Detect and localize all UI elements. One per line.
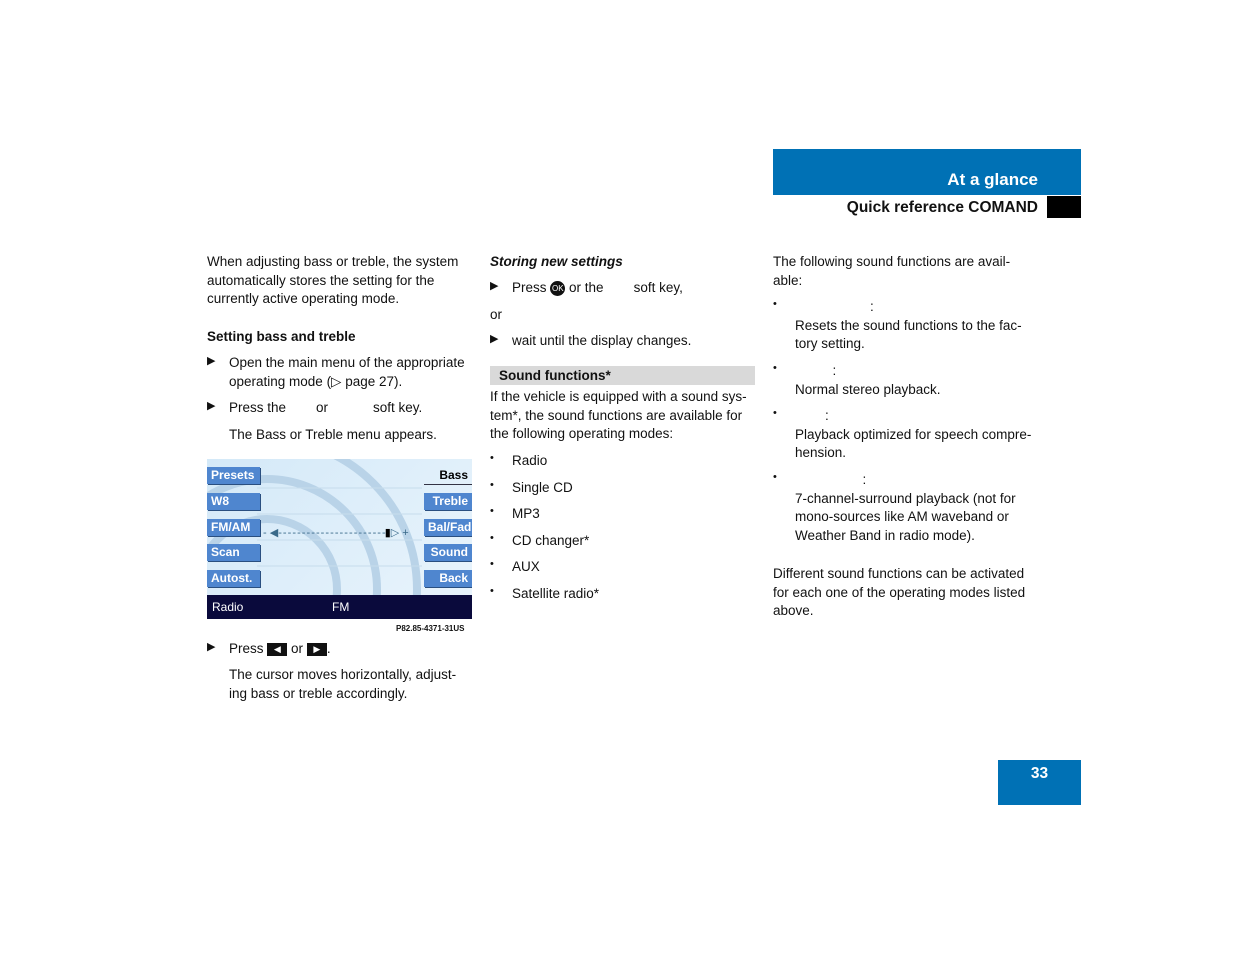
comand-screen-figure: Presets W8 FM/AM Scan Autost. Bass Trebl…: [207, 459, 472, 619]
text: Sound functions*: [499, 368, 611, 383]
arrow-icon: ▶: [207, 641, 216, 653]
manual-page: At a glance Quick reference COMAND When …: [0, 0, 1235, 954]
text: Satellite radio*: [512, 586, 600, 601]
softkey-bass[interactable]: Bass: [424, 467, 472, 485]
line: Normal stereo playback.: [795, 381, 941, 397]
text: Press: [229, 641, 264, 656]
line: for each one of the operating modes list…: [773, 584, 1026, 600]
line: the following operating modes:: [490, 426, 674, 441]
heading-storing: Storing new settings: [490, 254, 623, 269]
softkey-fm-am[interactable]: FM/AM: [207, 519, 260, 536]
line: above.: [773, 603, 814, 618]
text: Single CD: [512, 480, 573, 495]
line: 7-channel-surround playback (not for: [795, 490, 1016, 506]
softkey-scan[interactable]: Scan: [207, 544, 260, 561]
line: Open the main menu of the appropriate: [229, 355, 465, 370]
line: The following sound functions are avail-: [773, 254, 1011, 269]
arrow-icon: ▶: [207, 355, 216, 367]
softkey-treble[interactable]: Treble: [424, 493, 472, 510]
figure-id: P82.85-4371-31US: [396, 624, 465, 633]
label: :: [795, 472, 867, 487]
status-mode: Radio: [212, 600, 244, 614]
label: :: [795, 299, 874, 314]
text: .: [326, 641, 331, 656]
line: operating mode (▷ page 27).: [229, 373, 403, 389]
line: automatically stores the setting for the: [207, 272, 435, 288]
softkey-presets[interactable]: Presets: [207, 467, 260, 484]
ok-button-icon: OK: [550, 280, 566, 296]
text: Press: [512, 280, 547, 295]
status-bar: Radio FM: [207, 595, 472, 619]
line: hension.: [795, 445, 847, 460]
left-key-icon: ◀: [267, 642, 288, 656]
header-bar: At a glance: [773, 149, 1081, 195]
page-number: 33: [998, 760, 1081, 805]
text: AUX: [512, 559, 540, 574]
line: tory setting.: [795, 336, 865, 351]
section-title: At a glance: [947, 170, 1038, 189]
label: :: [795, 408, 829, 423]
slider-track: - - - - - - - - - - - - - - - - - - - - …: [278, 527, 385, 539]
text: Radio: [512, 453, 548, 468]
text: or: [291, 641, 304, 656]
line: Weather Band in radio mode).: [795, 527, 975, 543]
line: mono-sources like AM waveband or: [795, 509, 1009, 524]
softkey-autost[interactable]: Autost.: [207, 570, 260, 587]
section-heading-sound-functions: Sound functions*: [490, 366, 755, 385]
minus-label: -: [263, 527, 267, 539]
line: Different sound functions can be activat…: [773, 566, 1025, 581]
intro-text: When adjusting bass or treble, the syste…: [207, 253, 458, 309]
status-band: FM: [332, 600, 350, 614]
heading-bass-treble: Setting bass and treble: [207, 329, 356, 344]
sound-intro: If the vehicle is equipped with a sound …: [490, 388, 747, 444]
softkey-back[interactable]: Back: [424, 570, 472, 587]
line: ing bass or treble accordingly.: [229, 685, 408, 701]
right-key-icon: ▶: [306, 642, 327, 656]
line: Press the or soft key.: [229, 400, 423, 415]
or-text: or: [490, 307, 503, 322]
text: CD changer*: [512, 533, 590, 548]
text: or the soft key,: [569, 280, 683, 295]
arrow-icon: ▶: [207, 400, 216, 412]
softkey-bal-fad[interactable]: Bal/Fad: [424, 519, 472, 536]
line: When adjusting bass or treble, the syste…: [207, 254, 459, 269]
arrow-icon: ▶: [490, 280, 499, 292]
functions-outro: Different sound functions can be activat…: [773, 565, 1025, 621]
softkey-w8[interactable]: W8: [207, 493, 260, 510]
line: currently active operating mode.: [207, 291, 400, 306]
header-marker: [1047, 196, 1081, 218]
right-arrow-icon: ▷: [390, 527, 400, 539]
line: tem*, the sound functions are available …: [490, 407, 743, 423]
functions-intro: The following sound functions are avail-…: [773, 253, 1010, 290]
result-text: The Bass or Treble menu appears.: [229, 427, 437, 442]
line: If the vehicle is equipped with a sound …: [490, 389, 747, 404]
line: Resets the sound functions to the fac-: [795, 317, 1022, 333]
subsection-title: Quick reference COMAND: [846, 199, 1038, 216]
line: able:: [773, 272, 803, 288]
line: The cursor moves horizontally, adjust-: [229, 667, 457, 682]
plus-label: +: [402, 527, 409, 539]
label: :: [795, 363, 837, 378]
text: MP3: [512, 506, 540, 521]
line: Playback optimized for speech compre-: [795, 426, 1032, 442]
arrow-icon: ▶: [490, 333, 499, 345]
softkey-sound[interactable]: Sound: [424, 544, 472, 561]
line: wait until the display changes.: [512, 333, 692, 348]
bass-slider[interactable]: - ◀- - - - - - - - - - - - - - - - - - -…: [263, 526, 409, 539]
result-text: The cursor moves horizontally, adjust-in…: [229, 666, 456, 703]
left-arrow-icon: ◀: [269, 527, 279, 539]
